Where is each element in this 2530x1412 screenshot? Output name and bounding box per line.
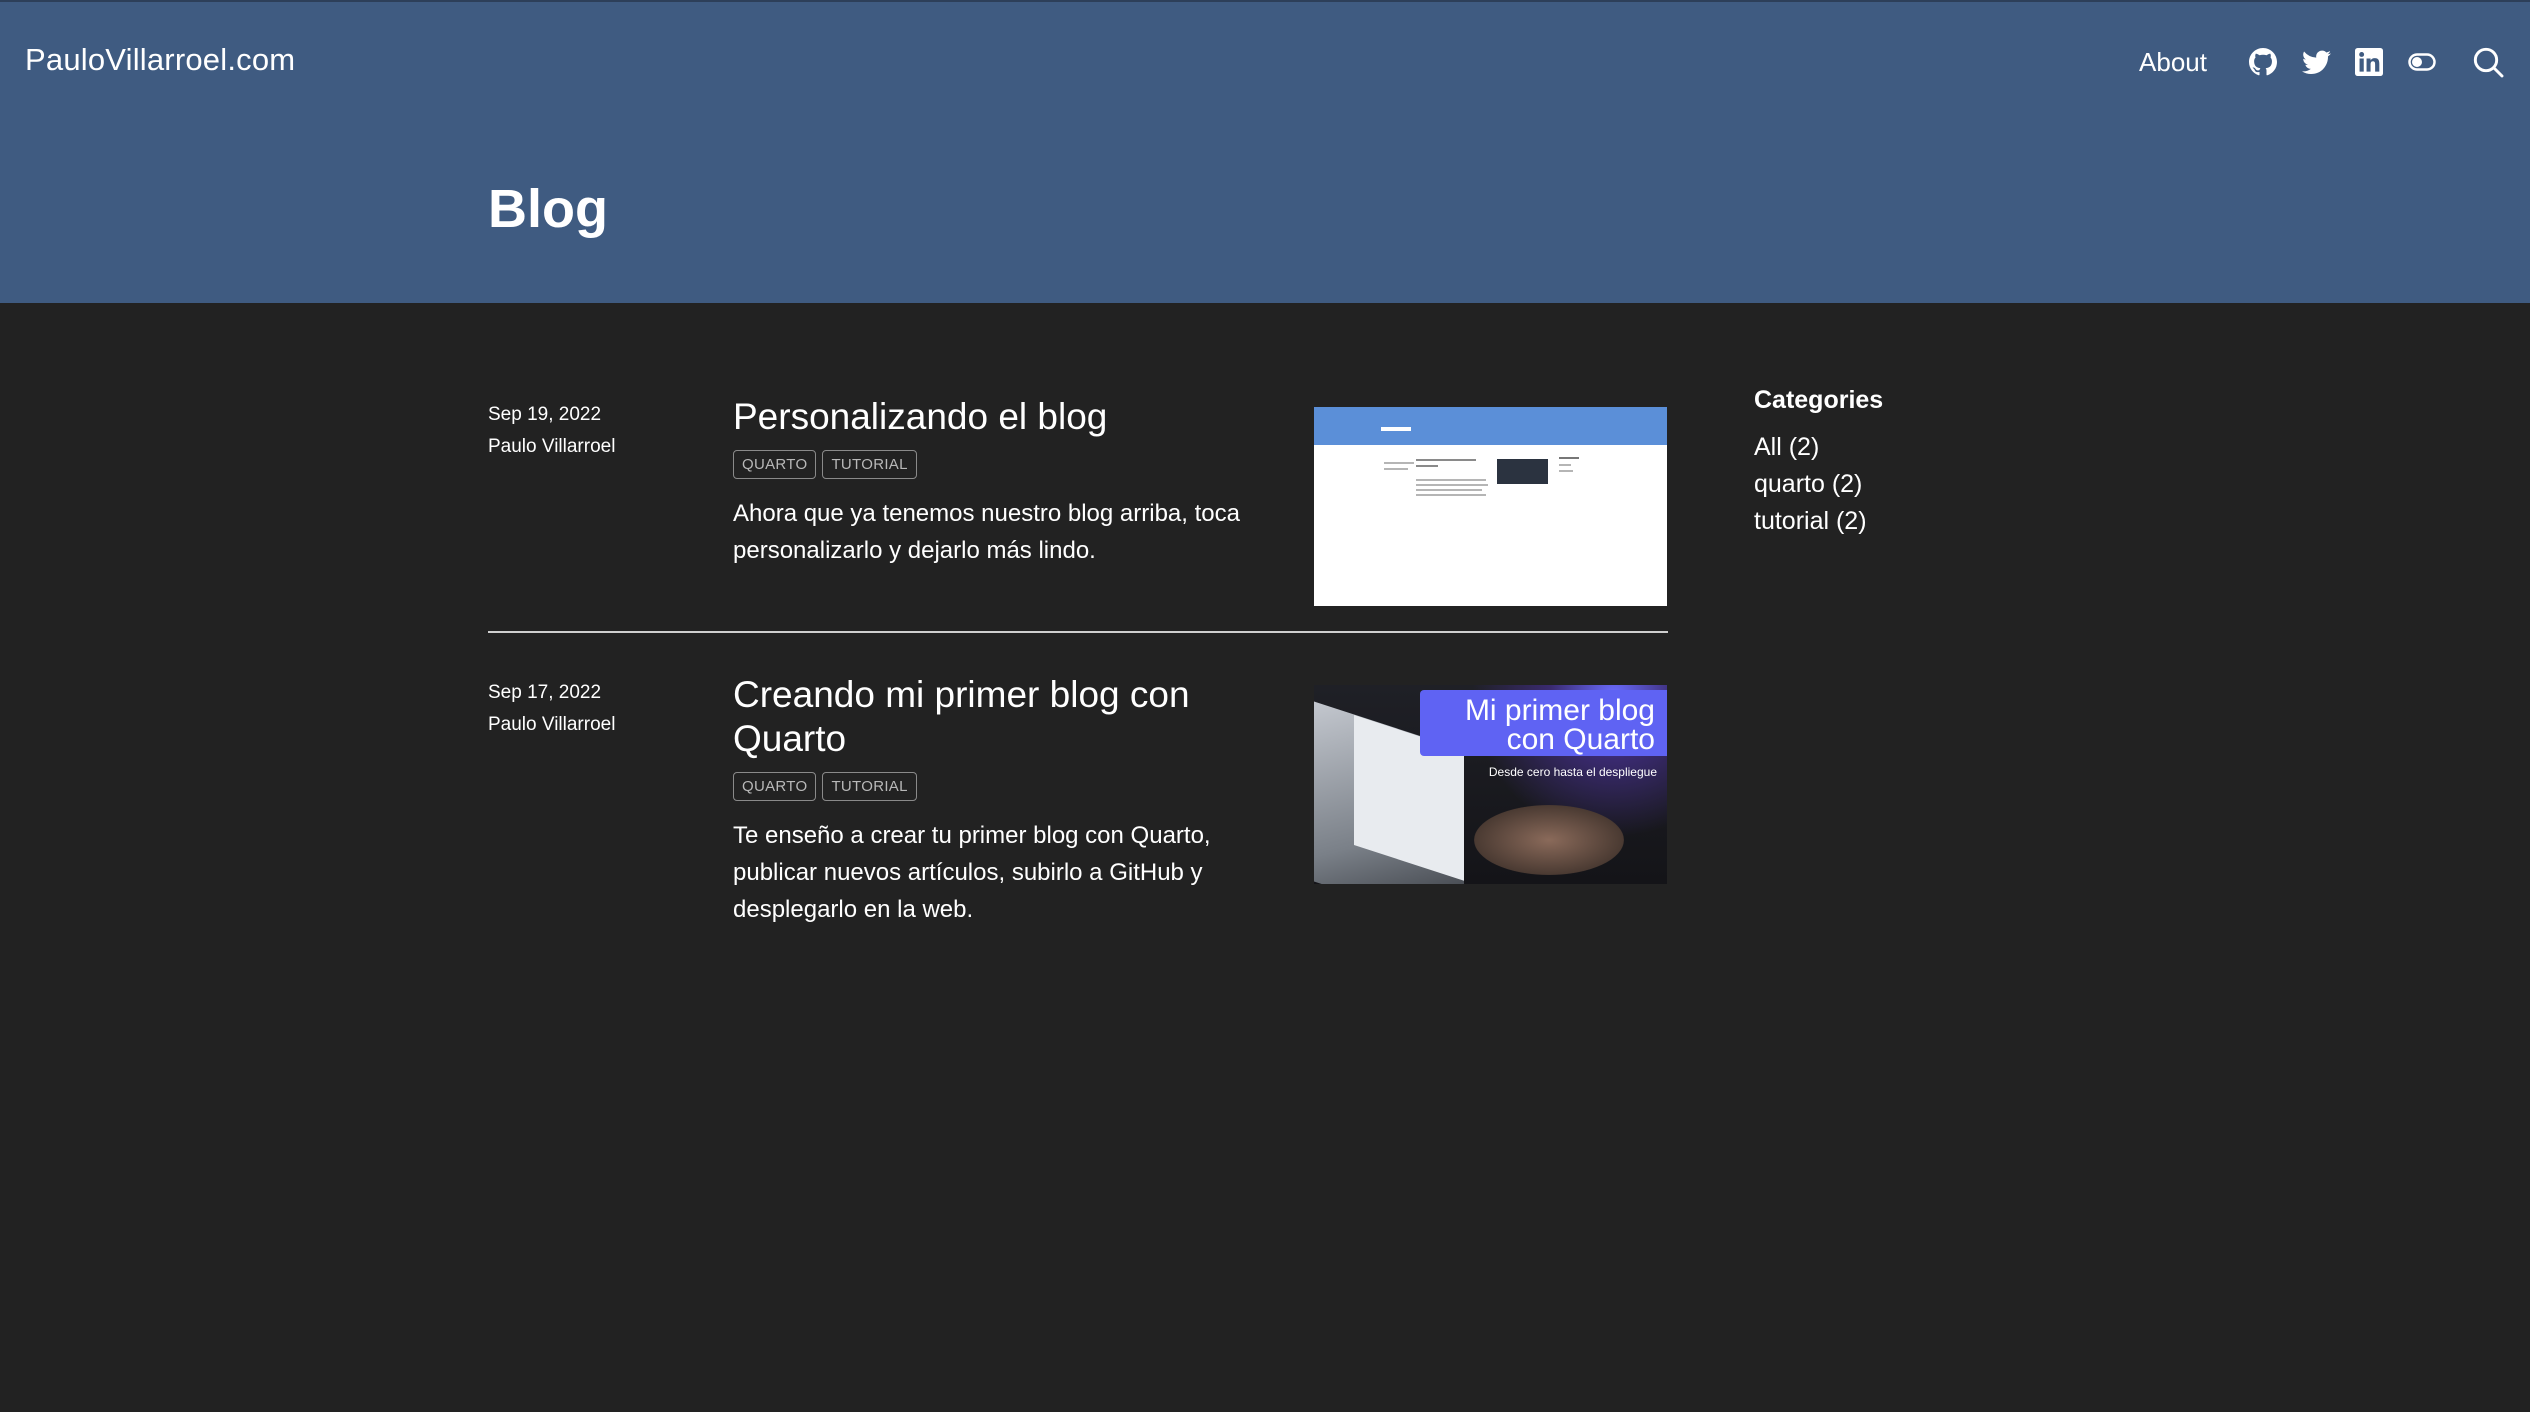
post-tags: QUARTO TUTORIAL xyxy=(733,450,1273,479)
post-title-link[interactable]: Personalizando el blog xyxy=(733,395,1273,439)
post-divider xyxy=(488,631,1668,633)
post-thumbnail[interactable]: Mi primer blog con Quarto Desde cero has… xyxy=(1314,685,1667,884)
category-quarto[interactable]: quarto (2) xyxy=(1754,466,2004,503)
toggle-theme-icon[interactable] xyxy=(2405,45,2439,79)
post-description: Ahora que ya tenemos nuestro blog arriba… xyxy=(733,500,1240,564)
category-all[interactable]: All (2) xyxy=(1754,429,2004,466)
post-author: Paulo Villarroel xyxy=(488,714,616,735)
thumbnail-title: Mi primer blog con Quarto xyxy=(1464,694,1655,756)
thumbnail-text-line xyxy=(1416,494,1486,496)
category-tutorial[interactable]: tutorial (2) xyxy=(1754,503,2004,540)
nav-about-link[interactable]: About xyxy=(2139,47,2207,78)
post-meta: Sep 17, 2022 Paulo Villarroel xyxy=(488,682,708,736)
post-date: Sep 19, 2022 xyxy=(488,404,602,425)
thumbnail-text-line xyxy=(1416,489,1482,491)
post-body: Personalizando el blog QUARTO TUTORIAL A… xyxy=(733,395,1273,569)
thumbnail-text-line xyxy=(1416,459,1476,461)
tag-tutorial[interactable]: TUTORIAL xyxy=(822,450,917,479)
categories-title: Categories xyxy=(1754,386,1884,414)
github-icon[interactable] xyxy=(2246,45,2280,79)
thumbnail-title-line: Mi primer blog xyxy=(1464,694,1655,727)
post-description: Te enseño a crear tu primer blog con Qua… xyxy=(733,822,1211,923)
post-listing: Sep 19, 2022 Paulo Villarroel Personaliz… xyxy=(488,395,1668,963)
post-meta: Sep 19, 2022 Paulo Villarroel xyxy=(488,404,708,458)
thumbnail-text-line xyxy=(1384,462,1414,464)
post-tags: QUARTO TUTORIAL xyxy=(733,772,1273,801)
post-card: Sep 17, 2022 Paulo Villarroel Creando mi… xyxy=(488,673,1668,963)
thumbnail-text-line xyxy=(1416,465,1438,467)
page-header: PauloVillarroel.com About Blog xyxy=(0,0,2530,303)
post-card: Sep 19, 2022 Paulo Villarroel Personaliz… xyxy=(488,395,1668,633)
linkedin-icon[interactable] xyxy=(2352,45,2386,79)
thumbnail-text-line xyxy=(1384,468,1408,470)
thumbnail-banner: Mi primer blog con Quarto xyxy=(1420,690,1667,756)
thumbnail-text-line xyxy=(1416,484,1488,486)
thumbnail-text-line xyxy=(1559,457,1579,459)
post-thumbnail[interactable] xyxy=(1314,407,1667,606)
page-title: Blog xyxy=(488,179,608,239)
top-nav: About xyxy=(2139,40,2505,84)
thumbnail-title-line: con Quarto xyxy=(1506,723,1655,756)
thumbnail-image xyxy=(1497,459,1548,484)
post-body: Creando mi primer blog con Quarto QUARTO… xyxy=(733,673,1273,928)
tag-quarto[interactable]: QUARTO xyxy=(733,772,817,801)
thumbnail-header-bar xyxy=(1314,407,1667,445)
tag-quarto[interactable]: QUARTO xyxy=(733,450,817,479)
thumbnail-header-label xyxy=(1381,427,1411,431)
post-author: Paulo Villarroel xyxy=(488,436,616,457)
thumbnail-hands xyxy=(1474,805,1624,875)
post-title-link[interactable]: Creando mi primer blog con Quarto xyxy=(733,673,1273,761)
thumbnail-subtitle: Desde cero hasta el despliegue xyxy=(1488,765,1657,779)
site-brand-link[interactable]: PauloVillarroel.com xyxy=(25,42,295,78)
thumbnail-text-line xyxy=(1416,479,1486,481)
thumbnail-text-line xyxy=(1559,470,1573,472)
post-date: Sep 17, 2022 xyxy=(488,682,602,703)
search-icon[interactable] xyxy=(2471,45,2505,79)
thumbnail-text-line xyxy=(1559,464,1571,466)
tag-tutorial[interactable]: TUTORIAL xyxy=(822,772,917,801)
categories-sidebar: Categories All (2) quarto (2) tutorial (… xyxy=(1754,386,2004,540)
twitter-icon[interactable] xyxy=(2299,45,2333,79)
